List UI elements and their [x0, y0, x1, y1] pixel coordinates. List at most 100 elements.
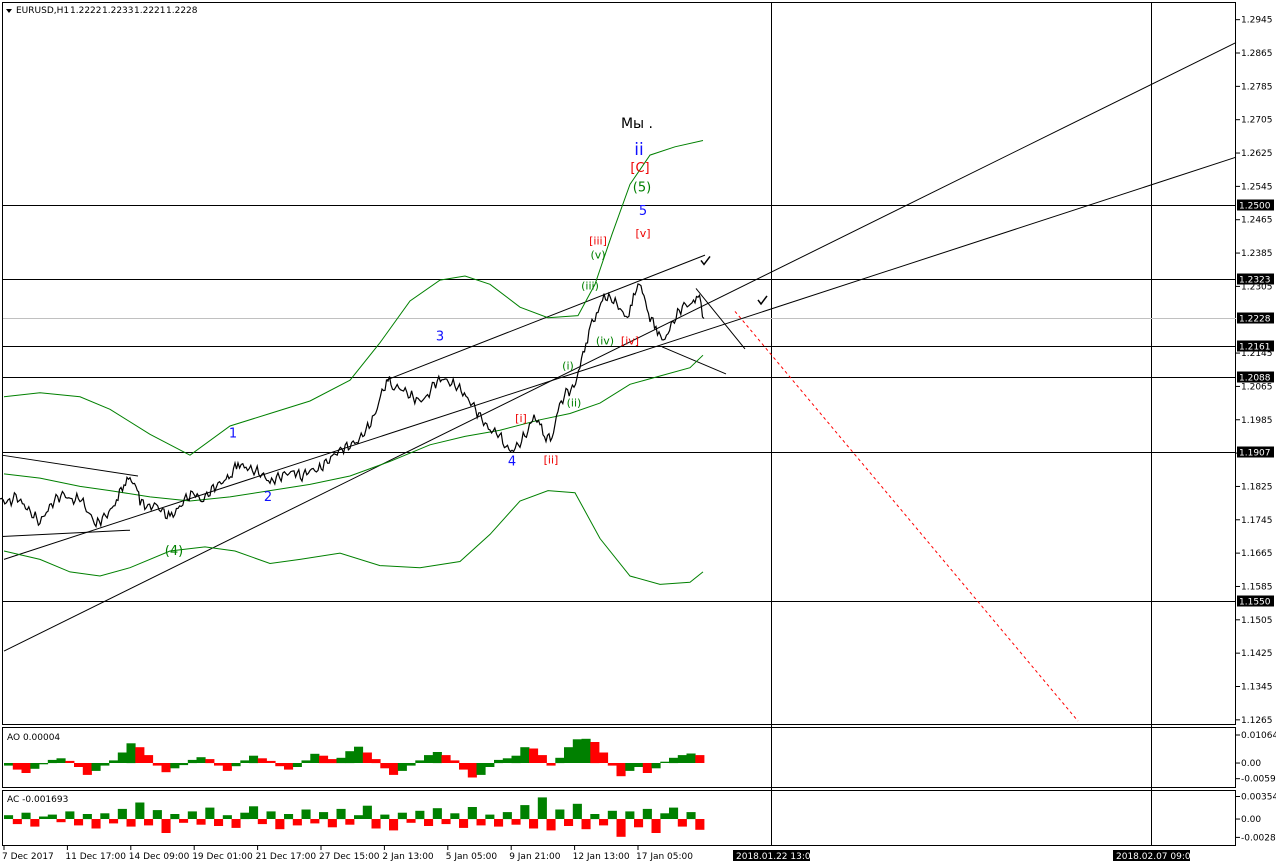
histogram-bar: [397, 763, 407, 771]
wave-label: (4): [165, 544, 183, 559]
level-price-label: 1.2161: [1239, 343, 1271, 353]
histogram-bar: [135, 802, 145, 819]
histogram-bar: [397, 812, 407, 820]
wave-label: 2: [264, 490, 272, 505]
chart-header: EURUSD,H1 1.2222 1.2233 1.2221 1.2228: [6, 6, 198, 16]
histogram-bar: [301, 760, 311, 763]
histogram-bar: [520, 747, 530, 763]
time-tick-label: 12 Jan 13:00: [573, 852, 630, 862]
histogram-bar: [205, 759, 215, 764]
histogram-bar: [65, 811, 75, 819]
histogram-bar: [152, 810, 162, 819]
histogram-bar: [669, 807, 679, 819]
histogram-bar: [564, 747, 574, 763]
histogram-bar: [47, 759, 57, 764]
price-tick-label: 1.2945: [1241, 16, 1273, 26]
price-tick-label: 1.2065: [1241, 382, 1273, 392]
level-price-label: 1.2500: [1239, 202, 1271, 212]
histogram-bar: [214, 819, 224, 826]
histogram-bar: [424, 819, 434, 826]
histogram-bar: [677, 819, 687, 827]
histogram-bar: [56, 758, 66, 763]
histogram-bar: [441, 755, 451, 763]
price-tick-label: 1.1825: [1241, 482, 1273, 492]
histogram-bar: [651, 763, 661, 769]
low-value: 1.2221: [134, 6, 166, 16]
histogram-bar: [12, 819, 22, 825]
histogram-bar: [205, 807, 215, 819]
histogram-bar: [371, 759, 381, 764]
histogram-bar: [590, 742, 600, 764]
histogram-bar: [12, 763, 22, 770]
price-tick-label: 1.2625: [1241, 149, 1273, 159]
histogram-bar: [389, 763, 399, 775]
histogram-bar: [511, 819, 521, 825]
histogram-bar: [467, 763, 477, 778]
histogram-bar: [581, 738, 591, 763]
histogram-bar: [161, 819, 171, 833]
histogram-bar: [240, 812, 250, 820]
histogram-bar: [257, 758, 267, 763]
histogram-bar: [406, 819, 416, 823]
histogram-bar: [257, 819, 267, 825]
histogram-bar: [537, 797, 547, 819]
histogram-bar: [546, 763, 556, 766]
time-tick-label: 2 Jan 13:00: [382, 852, 434, 862]
price-tick-label: 1.2385: [1241, 249, 1273, 259]
open-value: 1.2222: [70, 6, 102, 16]
histogram-bar: [634, 819, 644, 828]
time-tick-label: 21 Dec 17:00: [256, 852, 317, 862]
wave-label: 3: [436, 330, 444, 345]
histogram-bar: [249, 755, 259, 764]
histogram-bar: [117, 808, 127, 820]
histogram-bar: [459, 819, 469, 828]
close-value: 1.2228: [166, 6, 198, 16]
wave-label: [iv]: [621, 334, 639, 347]
histogram-bar: [432, 808, 442, 819]
histogram-bar: [380, 763, 390, 769]
time-tick-label: 5 Jan 05:00: [446, 852, 498, 862]
level-price-label: 1.2088: [1239, 374, 1271, 384]
histogram-bar: [642, 808, 652, 820]
histogram-bar: [56, 819, 66, 823]
histogram-bar: [476, 763, 486, 775]
histogram-bar: [196, 757, 206, 763]
histogram-bar: [74, 763, 84, 767]
histogram-bar: [546, 819, 556, 831]
wave-label: 4: [508, 455, 516, 470]
time-tick-label: 27 Dec 15:00: [319, 852, 380, 862]
histogram-bar: [459, 763, 469, 770]
wave-label: (5): [633, 180, 651, 195]
wave-label: (ii): [567, 396, 582, 409]
price-tick-label: 1.1985: [1241, 416, 1273, 426]
histogram-bar: [126, 819, 136, 827]
histogram-bar: [74, 819, 84, 826]
histogram-bar: [555, 809, 565, 819]
histogram-bar: [590, 814, 600, 820]
time-tick-label: 9 Jan 21:00: [509, 852, 561, 862]
price-tick-label: 1.1425: [1241, 649, 1273, 659]
histogram-bar: [345, 751, 355, 764]
histogram-bar: [292, 763, 302, 767]
price-tick-label: 1.2865: [1241, 49, 1273, 59]
histogram-bar: [599, 819, 609, 826]
histogram-bar: [485, 814, 495, 819]
wave-label: 5: [639, 204, 647, 219]
histogram-bar: [170, 763, 180, 769]
price-tick-label: 1.2545: [1241, 182, 1273, 192]
histogram-bar: [686, 812, 696, 820]
histogram-bar: [65, 760, 75, 763]
histogram-bar: [30, 819, 40, 827]
histogram-bar: [179, 819, 189, 823]
histogram-bar: [319, 755, 329, 764]
histogram-bar: [599, 752, 609, 763]
histogram-bar: [406, 763, 416, 766]
time-tick-label: 11 Dec 17:00: [65, 852, 126, 862]
wave-label: [C]: [630, 161, 649, 176]
trading-chart[interactable]: Мы . ii[C] (5) 5 [v] [iii](v) (iii) (iv) [iv] 3 (i…: [0, 0, 1276, 866]
wave-label: Мы .: [621, 116, 653, 132]
histogram-bar: [319, 812, 329, 820]
histogram-bar: [117, 752, 127, 763]
histogram-bar: [564, 819, 574, 826]
histogram-bar: [695, 819, 705, 830]
